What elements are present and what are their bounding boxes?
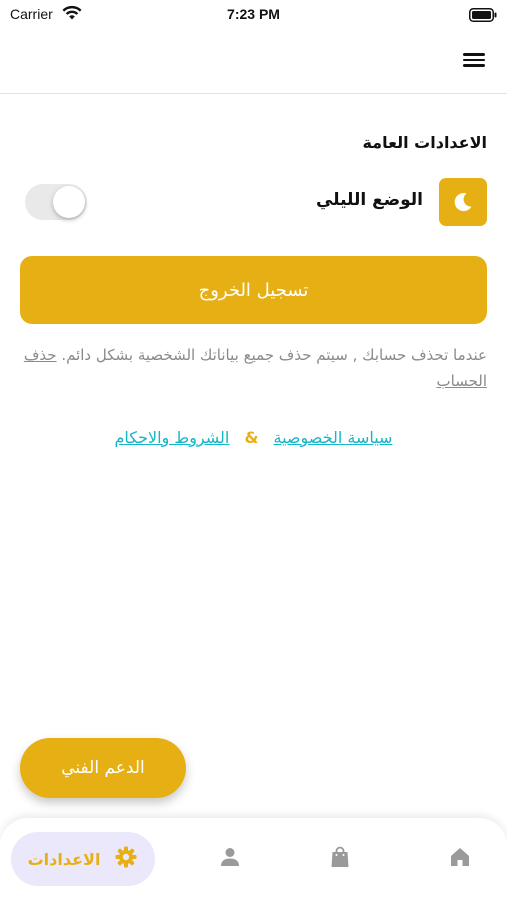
logout-button[interactable]: تسجيل الخروج [20,256,487,324]
dark-mode-toggle[interactable] [25,184,87,220]
terms-link[interactable]: الشروط والاحكام [115,428,230,447]
gear-icon [114,845,138,873]
toggle-knob [53,186,85,218]
moon-icon [439,178,487,226]
nav-item-profile[interactable] [217,846,243,872]
battery-icon [469,7,497,26]
status-time: 7:23 PM [227,6,280,22]
shopping-bag-icon [328,845,352,873]
menu-icon[interactable] [461,50,487,72]
privacy-policy-link[interactable]: سياسة الخصوصية [274,428,393,447]
delete-account-note: عندما تحذف حسابك , سيتم حذف جميع بياناتك… [20,342,487,394]
dark-mode-label: الوضع الليلي [315,190,423,210]
status-bar: Carrier 7:23 PM [0,0,507,30]
app-header [0,30,507,94]
bottom-nav: الاعدادات [0,818,507,900]
person-icon [218,845,242,873]
ampersand: & [244,428,259,447]
nav-item-shop[interactable] [327,846,353,872]
nav-item-home[interactable] [447,846,473,872]
home-icon [448,845,472,873]
support-button[interactable]: الدعم الفني [20,738,186,798]
legal-links: سياسة الخصوصية & الشروط والاحكام [0,428,507,447]
nav-settings-label: الاعدادات [27,849,101,869]
nav-item-settings[interactable]: الاعدادات [11,832,155,886]
delete-note-text: عندما تحذف حسابك , سيتم حذف جميع بياناتك… [61,346,487,364]
dark-mode-row: الوضع الليلي [20,178,487,226]
section-title: الاعدادات العامة [362,133,487,152]
